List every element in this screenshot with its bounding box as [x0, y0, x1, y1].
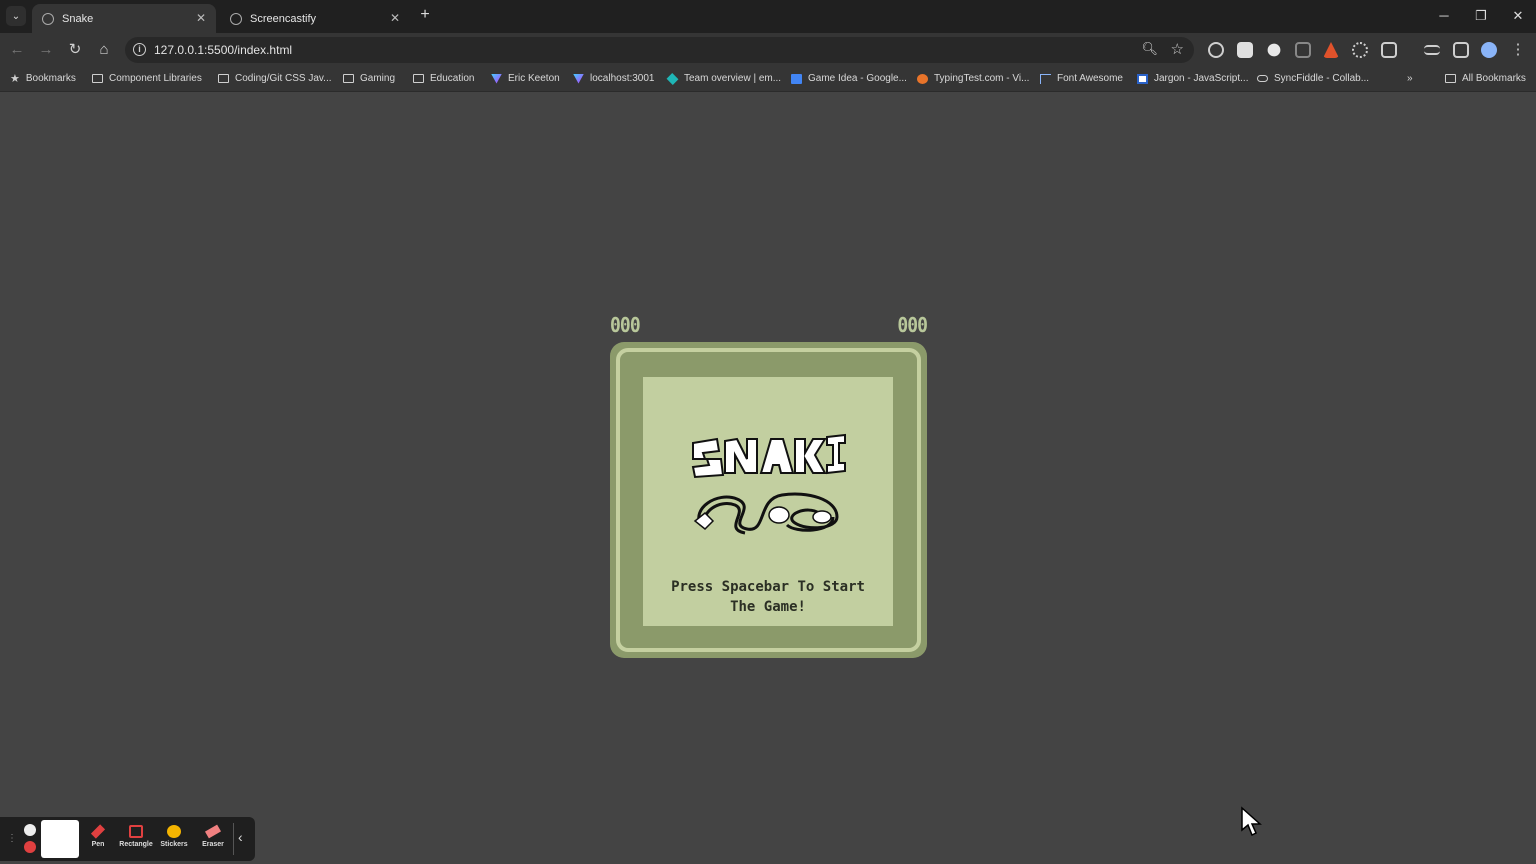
- title-bar: ⌄ Snake ✕ Screencastify ✕ + ─ ❐ ✕: [0, 0, 1536, 33]
- site-info-icon[interactable]: i: [133, 43, 146, 56]
- tab-snake[interactable]: Snake ✕: [32, 4, 216, 33]
- avatar[interactable]: [1481, 42, 1497, 58]
- vite-icon: [491, 73, 502, 84]
- eraser-tool[interactable]: Eraser: [195, 824, 231, 848]
- tab-title: Snake: [62, 12, 94, 25]
- close-tab-icon[interactable]: ✕: [390, 11, 400, 25]
- bookmark-item[interactable]: Font Awesome: [1040, 73, 1123, 84]
- back-icon[interactable]: ←: [8, 41, 26, 59]
- bookmark-item[interactable]: Team overview | em...: [666, 72, 781, 85]
- docs-icon: [791, 73, 802, 84]
- bookmark-item[interactable]: Education: [413, 73, 474, 84]
- close-tab-icon[interactable]: ✕: [196, 11, 206, 25]
- pause-icon[interactable]: [24, 824, 36, 836]
- extension-icon[interactable]: [1352, 42, 1368, 58]
- bookmark-item[interactable]: Gaming: [343, 73, 395, 84]
- reload-icon[interactable]: ↻: [66, 41, 84, 59]
- extension-icon[interactable]: [1267, 43, 1281, 57]
- folder-icon: [92, 74, 103, 83]
- extension-icon[interactable]: [1295, 42, 1311, 58]
- prompt-line-1: Press Spacebar To Start: [671, 579, 865, 595]
- bookmark-item[interactable]: Component Libraries: [92, 73, 202, 84]
- google-extension-icon[interactable]: [1208, 42, 1224, 58]
- tab-title: Screencastify: [250, 12, 317, 25]
- pen-icon: [90, 824, 106, 839]
- score-right: 000: [897, 313, 928, 337]
- bookmark-star-icon[interactable]: ☆: [1171, 40, 1184, 58]
- screencastify-toolbar: ⋮ Pen Rectangle Stickers Eraser ‹: [0, 817, 255, 861]
- tab-search-button[interactable]: ⌄: [6, 6, 26, 26]
- diamond-icon: [666, 72, 679, 85]
- collapse-chevron-icon[interactable]: ‹: [238, 829, 243, 845]
- bookmarks-bar: ★ Bookmarks Component Libraries Coding/Gi…: [0, 68, 1536, 92]
- media-icon[interactable]: [1424, 45, 1440, 55]
- eraser-icon: [204, 824, 222, 839]
- extension-icon[interactable]: [1237, 42, 1253, 58]
- console-border: Press Spacebar To Start The Game!: [616, 348, 921, 652]
- rectangle-icon: [129, 825, 143, 838]
- mouse-cursor-icon: [1241, 806, 1262, 837]
- sticker-icon: [167, 825, 181, 838]
- webcam-preview[interactable]: [41, 820, 79, 858]
- all-bookmarks[interactable]: All Bookmarks: [1445, 73, 1526, 84]
- tab-screencastify[interactable]: Screencastify ✕: [220, 4, 410, 33]
- snake-game: 000 000 Press Spacebar To Start The Game…: [610, 310, 928, 658]
- stop-icon[interactable]: [24, 841, 36, 853]
- extension-icon[interactable]: [1323, 42, 1339, 58]
- star-icon: ★: [10, 72, 20, 85]
- globe-icon: [230, 12, 242, 25]
- zoom-icon[interactable]: 🔍︎: [1141, 41, 1158, 57]
- score-left: 000: [610, 313, 641, 337]
- jargon-icon: [1137, 73, 1148, 84]
- restore-icon[interactable]: ❐: [1471, 8, 1491, 24]
- vite-icon: [573, 73, 584, 84]
- bookmark-item[interactable]: TypingTest.com - Vi...: [917, 73, 1029, 84]
- bookmark-item[interactable]: Coding/Git CSS Jav...: [218, 73, 332, 84]
- cloud-icon: [1257, 75, 1268, 82]
- new-tab-button[interactable]: +: [416, 6, 434, 24]
- bookmark-item[interactable]: SyncFiddle - Collab...: [1257, 73, 1369, 84]
- folder-icon: [413, 74, 424, 83]
- divider: [233, 823, 234, 855]
- chevron-down-icon: ⌄: [11, 10, 21, 22]
- home-icon[interactable]: ⌂: [95, 41, 113, 59]
- more-bookmarks-icon[interactable]: »: [1407, 73, 1413, 84]
- rectangle-tool[interactable]: Rectangle: [118, 825, 154, 848]
- bookmark-item[interactable]: localhost:3001: [573, 73, 655, 84]
- forward-icon[interactable]: →: [37, 41, 55, 59]
- close-window-icon[interactable]: ✕: [1508, 8, 1528, 24]
- menu-icon[interactable]: ⋮: [1509, 41, 1527, 59]
- game-screen[interactable]: Press Spacebar To Start The Game!: [643, 377, 893, 626]
- drag-handle-icon[interactable]: ⋮: [7, 833, 17, 844]
- minimize-icon[interactable]: ─: [1434, 8, 1454, 23]
- pen-tool[interactable]: Pen: [80, 824, 116, 848]
- flag-icon: [1040, 73, 1051, 84]
- folder-icon: [218, 74, 229, 83]
- bookmark-item[interactable]: Eric Keeton: [491, 73, 560, 84]
- bookmark-item[interactable]: Game Idea - Google...: [791, 73, 907, 84]
- address-url[interactable]: 127.0.0.1:5500/index.html: [154, 43, 292, 57]
- game-console: Press Spacebar To Start The Game!: [610, 342, 927, 658]
- bookmark-item[interactable]: Jargon - JavaScript...: [1137, 73, 1248, 84]
- prompt-line-2: The Game!: [730, 599, 806, 615]
- side-panel-icon[interactable]: [1453, 42, 1469, 58]
- browser-toolbar: ← → ↻ ⌂ i 127.0.0.1:5500/index.html 🔍︎ ☆…: [0, 33, 1536, 68]
- start-prompt: Press Spacebar To Start The Game!: [643, 577, 893, 617]
- address-bar[interactable]: i 127.0.0.1:5500/index.html 🔍︎ ☆: [125, 37, 1194, 63]
- snake-ii-logo: [691, 433, 846, 535]
- stickers-tool[interactable]: Stickers: [156, 825, 192, 848]
- folder-icon: [343, 74, 354, 83]
- bookmark-item[interactable]: ★ Bookmarks: [10, 73, 76, 84]
- globe-icon: [42, 12, 54, 25]
- puzzle-icon[interactable]: [1381, 42, 1397, 58]
- typingtest-icon: [917, 73, 928, 84]
- folder-icon: [1445, 74, 1456, 83]
